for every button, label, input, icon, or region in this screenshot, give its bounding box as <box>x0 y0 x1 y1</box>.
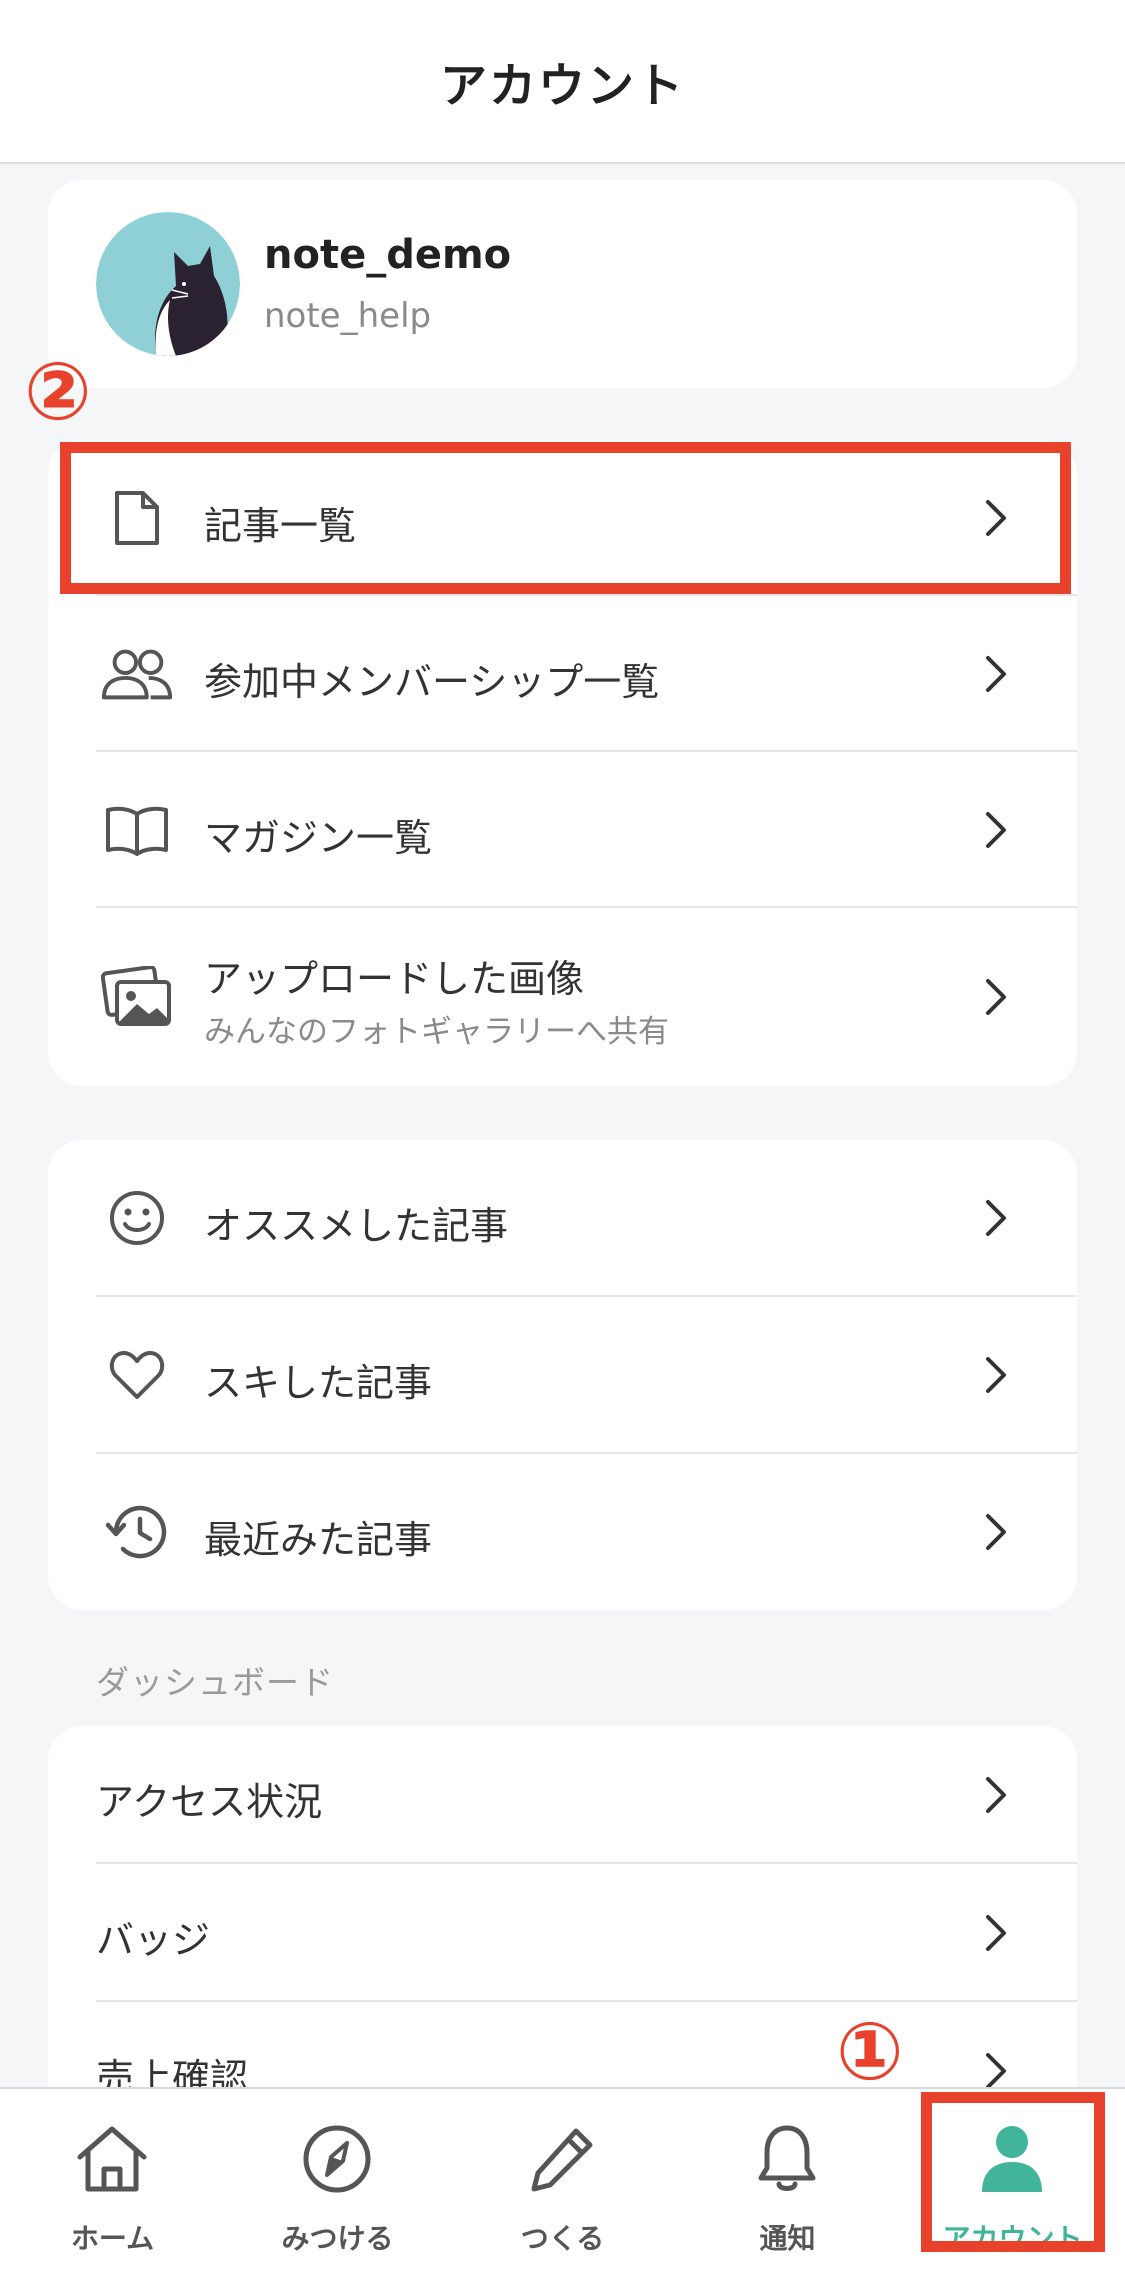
pencil-icon <box>512 2109 612 2209</box>
profile-name: note_demo <box>264 232 512 278</box>
profile-id: note_help <box>264 296 432 336</box>
menu-label: アクセス状況 <box>96 1780 323 1824</box>
app-header: アカウント <box>0 0 1125 164</box>
compass-icon <box>287 2109 387 2209</box>
menu-label: 参加中メンバーシップ一覧 <box>204 660 660 704</box>
members-icon <box>100 637 174 711</box>
chevron-right-icon <box>976 802 1016 858</box>
annotation-number-2: ② <box>24 345 92 438</box>
tab-label: みつける <box>281 2222 394 2255</box>
menu-badges[interactable]: バッジ <box>48 1864 1077 2002</box>
menu-recommended[interactable]: オススメした記事 <box>48 1140 1077 1297</box>
menu-label: マガジン一覧 <box>204 816 433 860</box>
heart-icon <box>100 1338 174 1412</box>
home-icon <box>62 2109 162 2209</box>
menu-label: 最近みた記事 <box>204 1518 433 1562</box>
annotation-box-account-tab <box>921 2092 1105 2252</box>
menu-access-stats[interactable]: アクセス状況 <box>48 1726 1077 1864</box>
tab-home[interactable]: ホーム <box>0 2089 225 2278</box>
book-icon <box>100 793 174 867</box>
menu-sublabel: みんなのフォトギャラリーへ共有 <box>204 1014 669 1050</box>
tab-create[interactable]: つくる <box>450 2089 675 2278</box>
chevron-right-icon <box>976 646 1016 702</box>
activity-menu-card: オススメした記事 スキした記事 最近みた記事 <box>48 1140 1077 1610</box>
images-icon <box>100 960 174 1034</box>
chevron-right-icon <box>976 1190 1016 1246</box>
menu-recently-viewed[interactable]: 最近みた記事 <box>48 1454 1077 1610</box>
chevron-right-icon <box>976 1905 1016 1961</box>
cat-avatar-icon[interactable] <box>96 212 240 356</box>
page-title: アカウント <box>440 58 685 114</box>
tab-label: ホーム <box>70 2222 155 2255</box>
chevron-right-icon <box>976 1767 1016 1823</box>
menu-liked[interactable]: スキした記事 <box>48 1297 1077 1454</box>
history-icon <box>100 1495 174 1569</box>
chevron-right-icon <box>976 1504 1016 1560</box>
smile-icon <box>100 1181 174 1255</box>
menu-label: スキした記事 <box>204 1361 433 1405</box>
tab-discover[interactable]: みつける <box>225 2089 450 2278</box>
annotation-number-1: ① <box>836 2005 904 2098</box>
tab-label: つくる <box>520 2222 605 2255</box>
menu-label: オススメした記事 <box>204 1204 509 1248</box>
tab-notifications[interactable]: 通知 <box>675 2089 900 2278</box>
chevron-right-icon <box>976 969 1016 1025</box>
dashboard-section-label: ダッシュボード <box>96 1663 334 1702</box>
tab-label: 通知 <box>759 2222 816 2255</box>
menu-memberships[interactable]: 参加中メンバーシップ一覧 <box>48 596 1077 752</box>
annotation-box-articles <box>60 442 1071 594</box>
profile-card[interactable]: note_demo note_help <box>48 180 1077 388</box>
menu-label: バッジ <box>96 1918 211 1962</box>
dashboard-card: アクセス状況 バッジ 売上確認 <box>48 1726 1077 2146</box>
menu-label: アップロードした画像 <box>204 957 585 1001</box>
chevron-right-icon <box>976 1347 1016 1403</box>
menu-magazines[interactable]: マガジン一覧 <box>48 752 1077 908</box>
menu-uploaded-images[interactable]: アップロードした画像 みんなのフォトギャラリーへ共有 <box>48 908 1077 1086</box>
bell-icon <box>737 2109 837 2209</box>
